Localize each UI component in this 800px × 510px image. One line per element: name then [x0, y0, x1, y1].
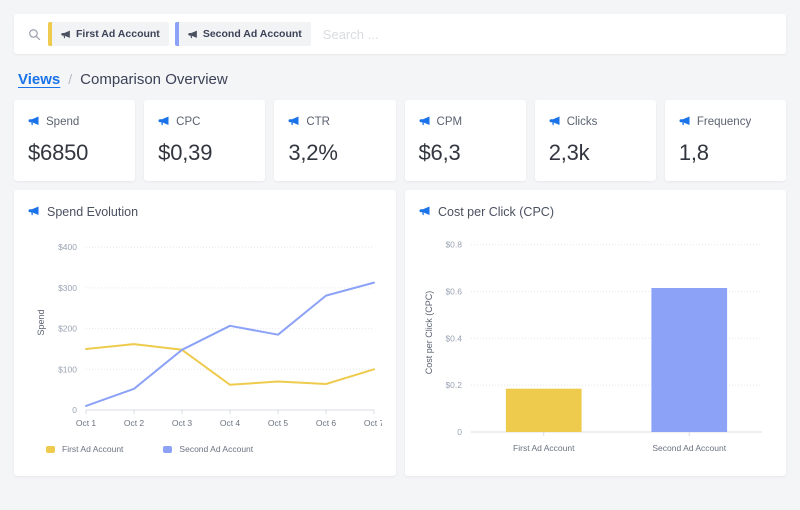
line-chart[interactable]: 0 $100 $200 $300 $400 Spend Oct 1 Oct 2 Oct 3 Oct…: [28, 225, 382, 440]
panel-spend-evolution: Spend Evolution 0 $100 $200 $300 $400 Spend Oc…: [14, 190, 396, 476]
bar-second-ad-account[interactable]: [651, 288, 727, 432]
legend-item-first-ad-account[interactable]: First Ad Account: [46, 444, 123, 454]
kpi-header: Clicks: [549, 113, 642, 131]
x-axis-tick-label: Oct 3: [172, 418, 193, 428]
chip-first-ad-account[interactable]: First Ad Account: [48, 22, 169, 46]
dashboard-page: First Ad Account Second Ad Account Views…: [0, 0, 800, 510]
megaphone-icon: [288, 113, 300, 131]
kpi-label: CPM: [437, 116, 463, 128]
megaphone-icon: [158, 113, 170, 131]
kpi-card-spend[interactable]: Spend $6850: [14, 100, 135, 181]
kpi-value: 2,3k: [549, 140, 642, 166]
y-axis-tick-label: 0: [72, 405, 77, 415]
page-title: Comparison Overview: [80, 71, 228, 88]
megaphone-icon: [61, 30, 71, 39]
kpi-header: Frequency: [679, 113, 772, 131]
kpi-label: Clicks: [567, 116, 598, 128]
kpi-card-clicks[interactable]: Clicks 2,3k: [535, 100, 656, 181]
megaphone-icon: [28, 203, 40, 221]
line-series-first-ad-account: [86, 344, 374, 385]
x-axis-tick-label: First Ad Account: [513, 443, 575, 453]
panel-title: Spend Evolution: [47, 205, 138, 219]
kpi-card-ctr[interactable]: CTR 3,2%: [274, 100, 395, 181]
legend-label: First Ad Account: [62, 444, 123, 454]
panel-header: Cost per Click (CPC): [419, 203, 772, 221]
panel-title: Cost per Click (CPC): [438, 205, 554, 219]
kpi-header: CPC: [158, 113, 251, 131]
x-axis-tick-label: Oct 1: [76, 418, 97, 428]
chip-color-bar: [175, 22, 179, 46]
x-axis-tick-label: Oct 2: [124, 418, 145, 428]
megaphone-icon: [549, 113, 561, 131]
kpi-label: CTR: [306, 116, 330, 128]
kpi-header: CTR: [288, 113, 381, 131]
y-axis-label: Cost per Click (CPC): [424, 291, 434, 375]
chip-label: First Ad Account: [76, 28, 160, 40]
charts-row: Spend Evolution 0 $100 $200 $300 $400 Spend Oc…: [14, 190, 786, 476]
y-axis-tick-label: $400: [58, 242, 77, 252]
y-axis-tick-label: 0: [457, 427, 462, 437]
legend-item-second-ad-account[interactable]: Second Ad Account: [163, 444, 253, 454]
breadcrumb-separator: /: [68, 71, 72, 87]
kpi-card-list: Spend $6850 CPC $0,39: [14, 100, 786, 181]
kpi-card-cpc[interactable]: CPC $0,39: [144, 100, 265, 181]
x-axis-tick-label: Oct 4: [220, 418, 241, 428]
y-axis-label: Spend: [36, 309, 46, 335]
megaphone-icon: [679, 113, 691, 131]
kpi-value: 3,2%: [288, 140, 381, 166]
kpi-value: $0,39: [158, 140, 251, 166]
search-filter-chips: First Ad Account Second Ad Account: [48, 22, 311, 46]
breadcrumb-link-views[interactable]: Views: [18, 71, 60, 88]
panel-header: Spend Evolution: [28, 203, 382, 221]
panel-cost-per-click: Cost per Click (CPC) 0 $0.2 $0.4 $0.6 $0.8 Co…: [405, 190, 786, 476]
megaphone-icon: [419, 113, 431, 131]
kpi-label: Spend: [46, 116, 79, 128]
breadcrumb: Views / Comparison Overview: [18, 71, 786, 88]
y-axis-tick-label: $0.2: [445, 380, 462, 390]
kpi-card-frequency[interactable]: Frequency 1,8: [665, 100, 786, 181]
legend-label: Second Ad Account: [179, 444, 253, 454]
kpi-label: Frequency: [697, 116, 751, 128]
y-axis-tick-label: $100: [58, 364, 77, 374]
y-axis-tick-label: $200: [58, 324, 77, 334]
kpi-value: $6850: [28, 140, 121, 166]
kpi-header: Spend: [28, 113, 121, 131]
search-input[interactable]: [323, 27, 776, 42]
chip-label: Second Ad Account: [203, 28, 302, 40]
chip-color-bar: [48, 22, 52, 46]
y-axis-tick-label: $0.4: [445, 333, 462, 343]
x-axis-tick-label: Oct 6: [316, 418, 337, 428]
search-bar[interactable]: First Ad Account Second Ad Account: [14, 14, 786, 54]
chart-legend: First Ad Account Second Ad Account: [46, 444, 382, 454]
y-axis-tick-label: $300: [58, 283, 77, 293]
bar-first-ad-account[interactable]: [506, 389, 582, 432]
kpi-label: CPC: [176, 116, 200, 128]
x-axis-tick-label: Second Ad Account: [652, 443, 726, 453]
legend-swatch: [163, 446, 172, 453]
y-axis-tick-label: $0.8: [445, 240, 462, 250]
kpi-header: CPM: [419, 113, 512, 131]
megaphone-icon: [28, 113, 40, 131]
y-axis-tick-label: $0.6: [445, 287, 462, 297]
legend-swatch: [46, 446, 55, 453]
kpi-value: 1,8: [679, 140, 772, 166]
search-icon: [24, 28, 44, 41]
megaphone-icon: [188, 30, 198, 39]
bar-chart[interactable]: 0 $0.2 $0.4 $0.6 $0.8 Cost per Click (CPC) Fir…: [419, 225, 772, 470]
chip-second-ad-account[interactable]: Second Ad Account: [175, 22, 311, 46]
kpi-value: $6,3: [419, 140, 512, 166]
x-axis-tick-label: Oct 7: [364, 418, 382, 428]
megaphone-icon: [419, 203, 431, 221]
x-axis-tick-label: Oct 5: [268, 418, 289, 428]
kpi-card-cpm[interactable]: CPM $6,3: [405, 100, 526, 181]
